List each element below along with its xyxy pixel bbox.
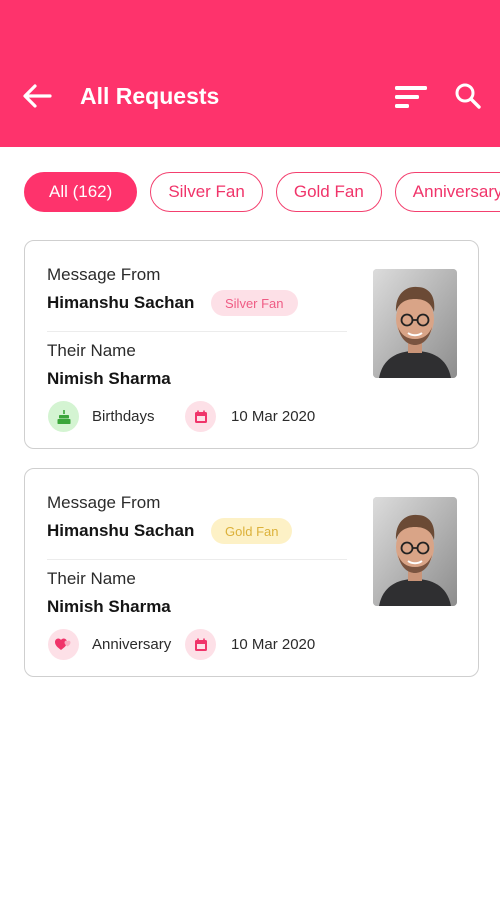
search-button[interactable]: [448, 76, 488, 116]
occasion-label: Birthdays: [92, 408, 155, 425]
search-icon: [455, 83, 481, 109]
back-button[interactable]: [18, 77, 56, 115]
recipient-name: Nimish Sharma: [47, 369, 171, 388]
filter-chips: All (162) Silver Fan Gold Fan Anniversar…: [24, 172, 500, 213]
app-bar: All Requests: [0, 0, 500, 147]
divider: [47, 331, 347, 332]
fan-tier-badge: Gold Fan: [211, 518, 293, 544]
recipient-name: Nimish Sharma: [47, 597, 171, 616]
their-name-label: Their Name: [47, 569, 136, 588]
request-card[interactable]: Message From Himanshu Sachan Gold Fan Th…: [24, 468, 479, 677]
calendar-icon: [185, 401, 216, 432]
request-date: 10 Mar 2020: [231, 408, 316, 425]
message-from-label: Message From: [47, 493, 161, 512]
sender-name: Himanshu Sachan: [47, 521, 195, 540]
filter-button[interactable]: [390, 80, 432, 114]
back-arrow-icon: [23, 84, 52, 108]
calendar-icon: [185, 629, 216, 660]
their-name-label: Their Name: [47, 341, 136, 360]
filter-sort-icon: [395, 86, 427, 108]
request-card[interactable]: Message From Himanshu Sachan Silver Fan …: [24, 240, 479, 449]
filter-chip-gold-fan[interactable]: Gold Fan: [275, 172, 382, 212]
page-title: All Requests: [80, 83, 220, 109]
filter-chip-anniversary[interactable]: Anniversary: [394, 172, 500, 212]
filter-chip-all[interactable]: All (162): [24, 172, 138, 212]
fan-tier-badge: Silver Fan: [211, 290, 298, 316]
divider: [47, 559, 347, 560]
profile-photo: [373, 497, 457, 606]
occasion-label: Anniversary: [92, 636, 172, 653]
profile-photo: [373, 269, 457, 378]
birthday-cake-icon: [48, 401, 79, 432]
sender-name: Himanshu Sachan: [47, 293, 195, 312]
message-from-label: Message From: [47, 265, 161, 284]
hearts-icon: [48, 629, 79, 660]
request-date: 10 Mar 2020: [231, 636, 316, 653]
filter-chip-silver-fan[interactable]: Silver Fan: [150, 172, 263, 212]
